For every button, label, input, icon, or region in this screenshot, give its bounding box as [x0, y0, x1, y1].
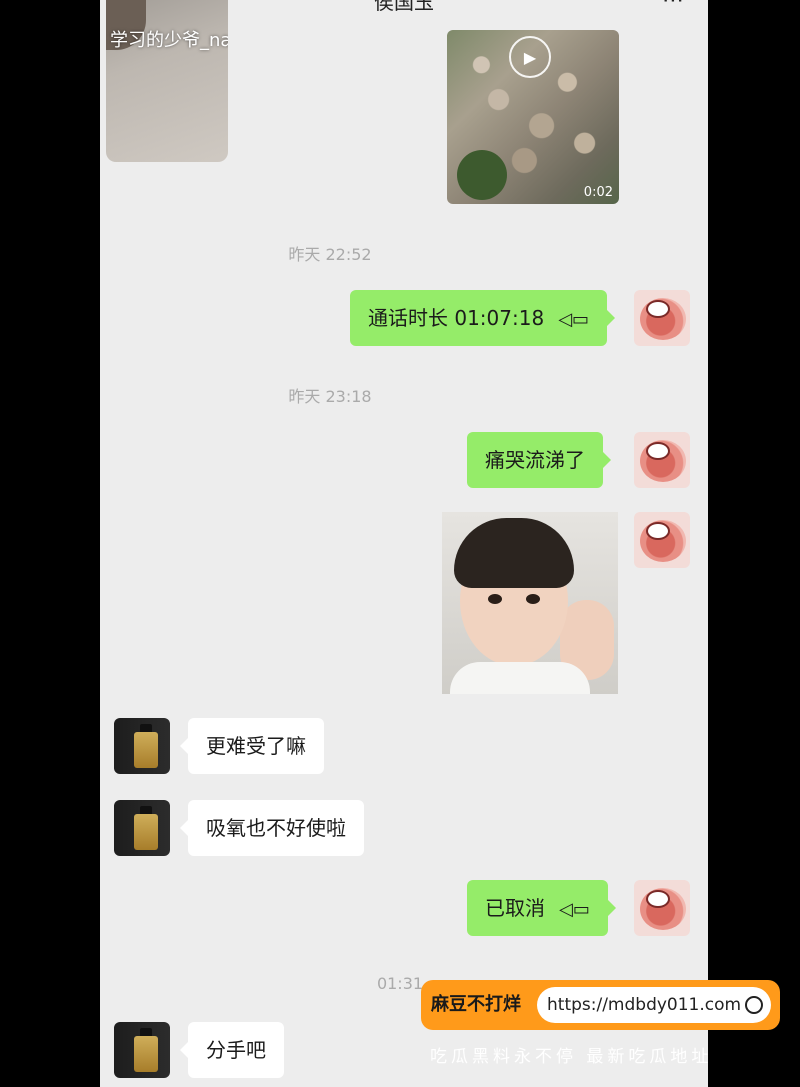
my-avatar[interactable]: [634, 290, 690, 346]
contact-avatar[interactable]: [114, 1022, 170, 1078]
message-bubble-other[interactable]: 吸氧也不好使啦: [180, 800, 364, 856]
message-bubble-me[interactable]: 通话时长 01:07:18 ◁▭: [350, 290, 616, 346]
promo-banner[interactable]: 麻豆不打烊 https://mdbdy011.com: [421, 980, 780, 1030]
my-avatar[interactable]: [634, 432, 690, 488]
more-options-icon[interactable]: ⋯: [662, 0, 686, 13]
message-bubble-me[interactable]: 已取消 ◁▭: [467, 880, 616, 936]
promo-url-field[interactable]: https://mdbdy011.com: [537, 987, 771, 1023]
avatar-image-detail: [646, 522, 670, 540]
message-text: 通话时长 01:07:18: [368, 306, 545, 330]
contact-avatar[interactable]: [114, 718, 170, 774]
video-duration: 0:02: [583, 185, 613, 200]
avatar-image-detail: [646, 890, 670, 908]
avatar-image-detail: [646, 300, 670, 318]
my-avatar[interactable]: [634, 512, 690, 568]
avatar-image-detail: [646, 442, 670, 460]
my-avatar[interactable]: [634, 880, 690, 936]
message-text: 痛哭流涕了: [485, 448, 585, 472]
play-icon[interactable]: ▶: [509, 36, 551, 78]
message-text: 更难受了嘛: [206, 734, 306, 758]
video-thumbnail-plant: [457, 150, 507, 200]
image-message-baby[interactable]: [442, 512, 618, 694]
avatar-image: [134, 732, 158, 768]
image-watermark: 学习的少爷_na: [110, 30, 228, 51]
chat-screen: 侯国玉 ⋯ 学习的少爷_na ▶ 0:02 昨天 22:52 通话时长 01:0…: [100, 0, 708, 1087]
message-bubble-other[interactable]: 分手吧: [180, 1022, 284, 1078]
message-bubble-me[interactable]: 痛哭流涕了: [467, 432, 611, 488]
video-call-icon: ◁▭: [559, 898, 590, 920]
photo-eye: [526, 594, 540, 604]
photo-eye: [488, 594, 502, 604]
contact-avatar[interactable]: [114, 800, 170, 856]
timestamp: 昨天 22:52: [288, 245, 372, 264]
message-bubble-other[interactable]: 更难受了嘛: [180, 718, 324, 774]
message-text: 分手吧: [206, 1038, 266, 1062]
promo-slogan: 吃瓜黑料永不停 最新吃瓜地址: [430, 1047, 713, 1067]
shared-image-message[interactable]: 学习的少爷_na: [106, 0, 228, 162]
photo-shirt: [450, 662, 590, 694]
promo-brand: 麻豆不打烊: [431, 994, 521, 1015]
message-text: 已取消: [485, 896, 545, 920]
avatar-image: [134, 814, 158, 850]
video-message[interactable]: ▶ 0:02: [447, 30, 619, 204]
avatar-image: [134, 1036, 158, 1072]
promo-url: https://mdbdy011.com: [547, 995, 742, 1015]
video-call-icon: ◁▭: [558, 308, 590, 330]
circle-icon: [745, 996, 763, 1014]
message-text: 吸氧也不好使啦: [206, 816, 346, 840]
timestamp: 昨天 23:18: [288, 387, 372, 406]
